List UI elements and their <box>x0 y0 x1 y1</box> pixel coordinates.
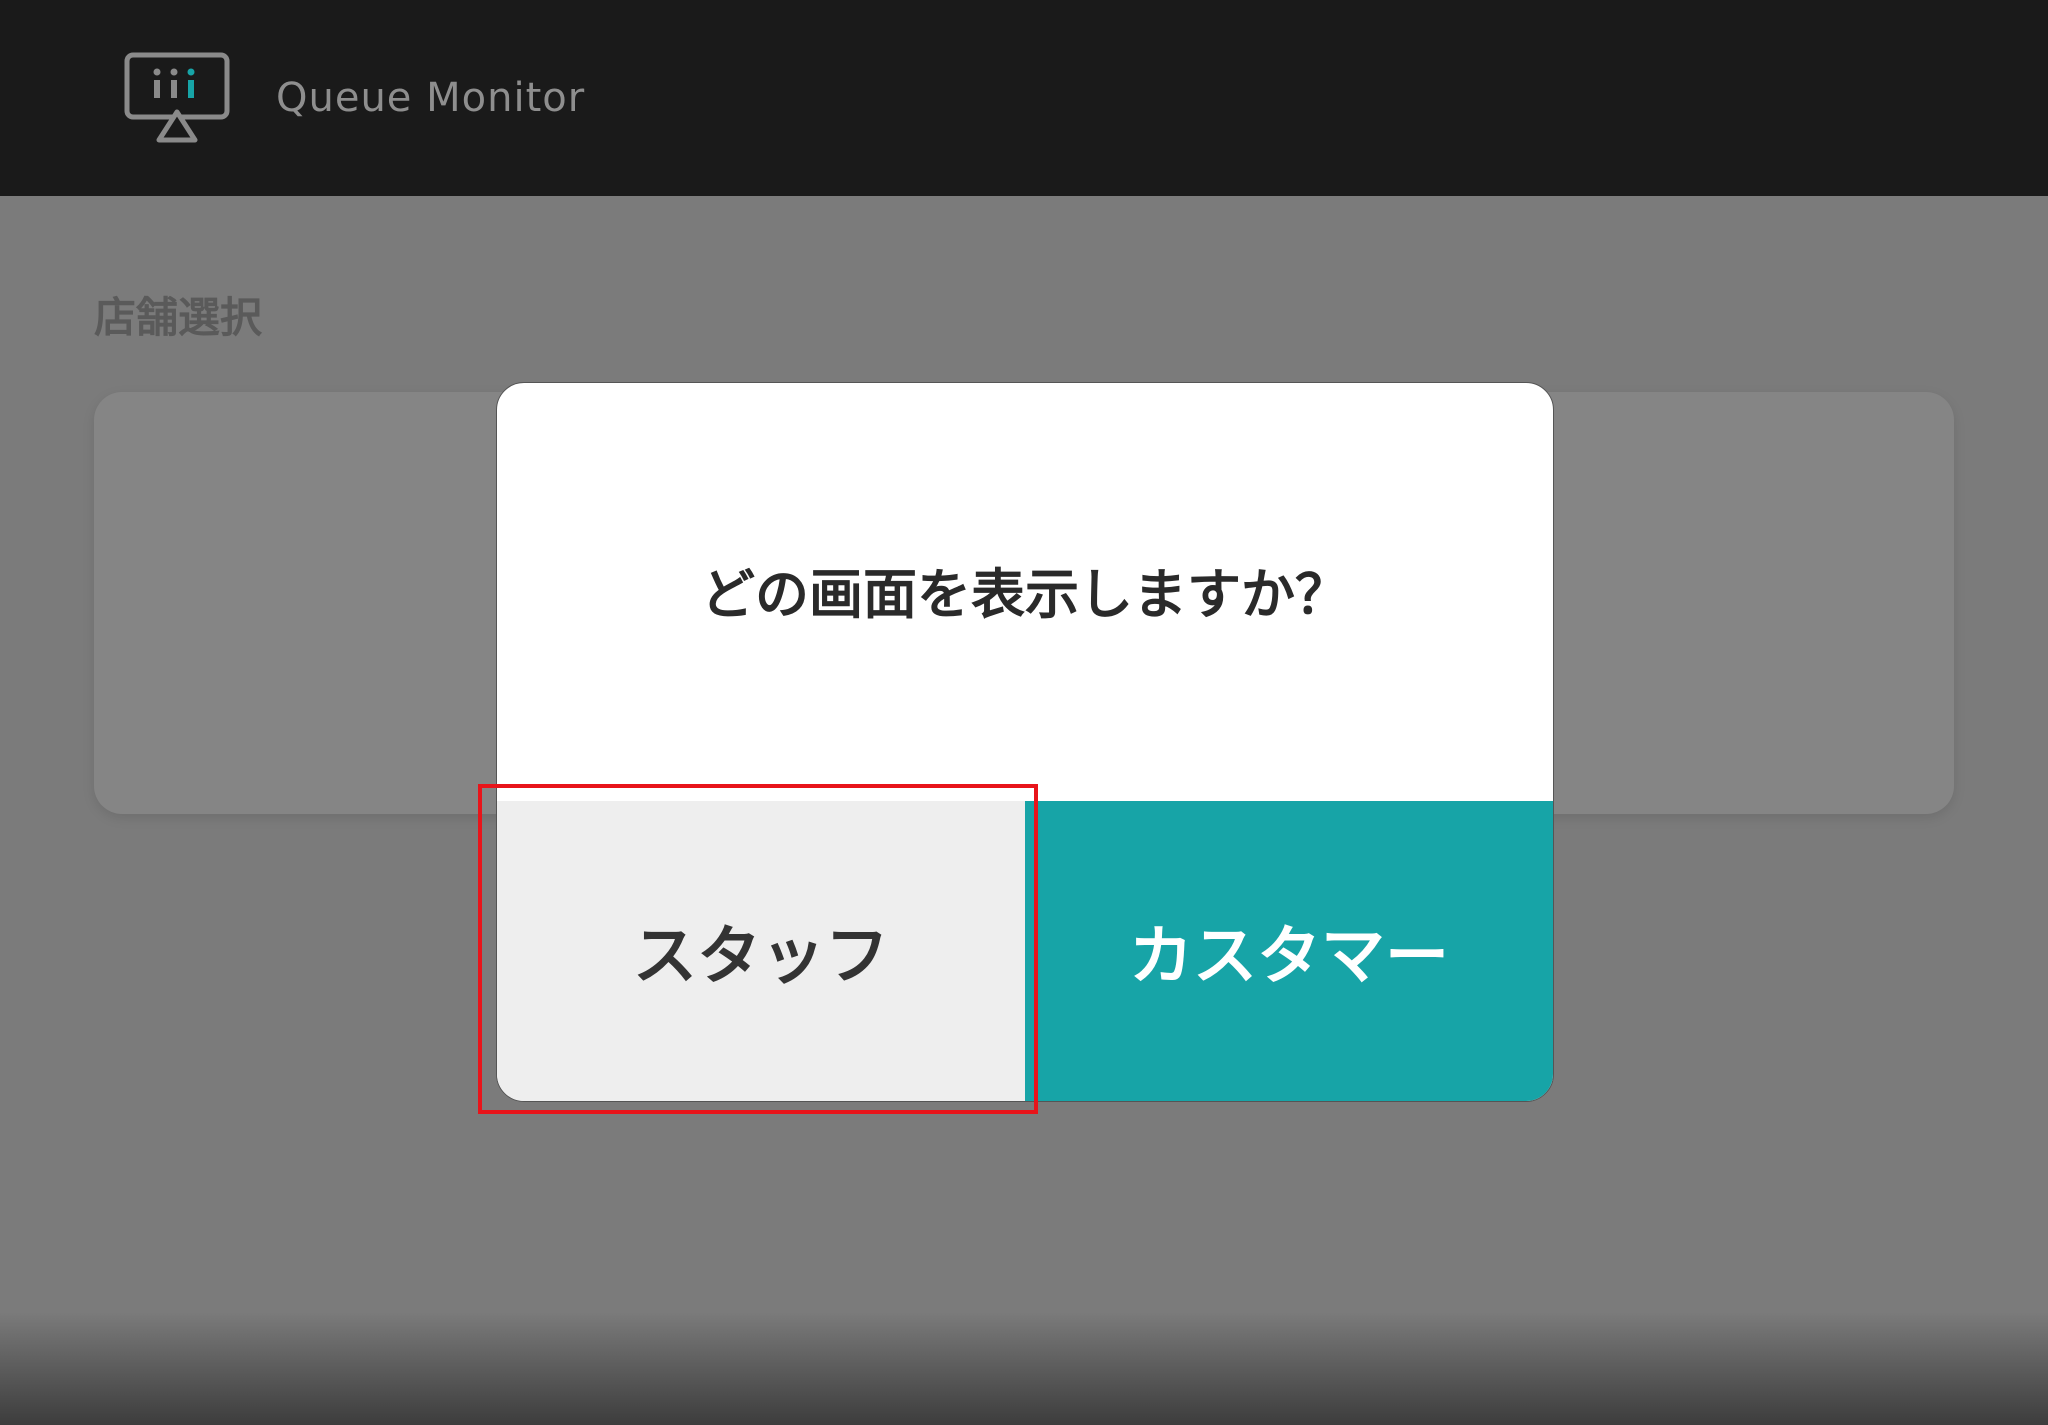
section-title: 店舗選択 <box>94 293 263 342</box>
app-title: Queue Monitor <box>276 75 586 121</box>
screen-select-dialog: どの画面を表示しますか？ スタッフ カスタマー <box>496 382 1554 1102</box>
monitor-queue-icon <box>124 52 230 143</box>
dialog-message: どの画面を表示しますか？ <box>701 563 1349 626</box>
app-header: Queue Monitor <box>0 0 2048 196</box>
app-root: Queue Monitor 店舗選択 スマレジ酒場 どの画面を表示しますか？ ス… <box>0 0 2048 1425</box>
customer-button[interactable]: カスタマー <box>1025 801 1553 1101</box>
staff-button[interactable]: スタッフ <box>497 801 1025 1101</box>
dialog-buttons: スタッフ カスタマー <box>497 801 1553 1101</box>
bottom-fade <box>0 1312 2048 1425</box>
